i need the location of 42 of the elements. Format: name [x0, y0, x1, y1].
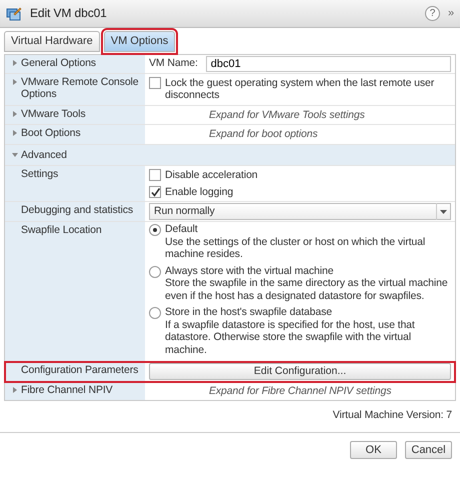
expand-button[interactable]: »	[448, 7, 454, 20]
checkbox[interactable]	[149, 186, 161, 198]
tree-caret-icon[interactable]	[13, 60, 17, 66]
radio-button[interactable]	[149, 224, 161, 236]
setting-label: Settings	[21, 168, 58, 180]
radio-button[interactable]	[149, 266, 161, 278]
checkbox[interactable]	[149, 76, 161, 88]
hint-text: Expand for Fibre Channel NPIV settings	[208, 384, 392, 398]
tree-caret-icon[interactable]	[13, 386, 17, 392]
checkbox-label: Disable acceleration	[165, 169, 258, 182]
edit-configuration-button[interactable]: Edit Configuration...	[149, 363, 451, 380]
help-button[interactable]: ?	[424, 6, 440, 21]
window-title: Edit VM dbc01	[30, 7, 108, 20]
dialog-button[interactable]: OK	[350, 440, 397, 459]
setting-label: Configuration Parameters	[21, 364, 138, 376]
tree-caret-icon[interactable]	[13, 130, 17, 136]
vm-icon	[6, 6, 22, 22]
radio-description: Use the settings of the cluster or host on which the virtual machine resides.	[165, 236, 426, 260]
radio-label: Always store with the virtual machine	[165, 264, 334, 277]
checkbox[interactable]	[149, 169, 161, 181]
version-text: Virtual Machine Version: 7	[332, 409, 452, 422]
hint-text: Expand for boot options	[208, 127, 319, 142]
hint-text: Expand for VMware Tools settings	[208, 108, 366, 122]
radio-description: If a swapfile datastore is specified for the host, use that datastore. Otherwise store the swapfile with the virtual machine.	[165, 318, 416, 356]
setting-label: Debugging and statistics	[21, 204, 134, 216]
caret-icon	[440, 210, 447, 214]
radio-label: Store in the host's swapfile database	[165, 306, 333, 318]
field-label: VM Name:	[149, 57, 198, 70]
dropdown[interactable]: Run normally	[149, 203, 451, 220]
section-label[interactable]: Advanced	[21, 148, 67, 161]
name-field[interactable]: dbc01	[206, 56, 451, 72]
tree-caret-icon[interactable]	[13, 110, 17, 116]
radio-description: Store the swapfile in the same directory as the virtual machine even if the host has a designated datastore for swapfiles.	[165, 277, 449, 302]
setting-label: Swapfile Location	[21, 224, 102, 236]
tab[interactable]: Virtual Hardware	[4, 31, 100, 52]
tree-caret-icon[interactable]	[12, 152, 18, 156]
tree-caret-icon[interactable]	[13, 78, 17, 84]
checkbox-label: Enable logging	[165, 186, 234, 198]
dialog-button[interactable]: Cancel	[405, 440, 452, 459]
radio-button[interactable]	[149, 307, 161, 319]
checkbox-label: Lock the guest operating system when the last remote user disconnects	[165, 76, 436, 102]
radio-label: Default	[165, 223, 199, 236]
